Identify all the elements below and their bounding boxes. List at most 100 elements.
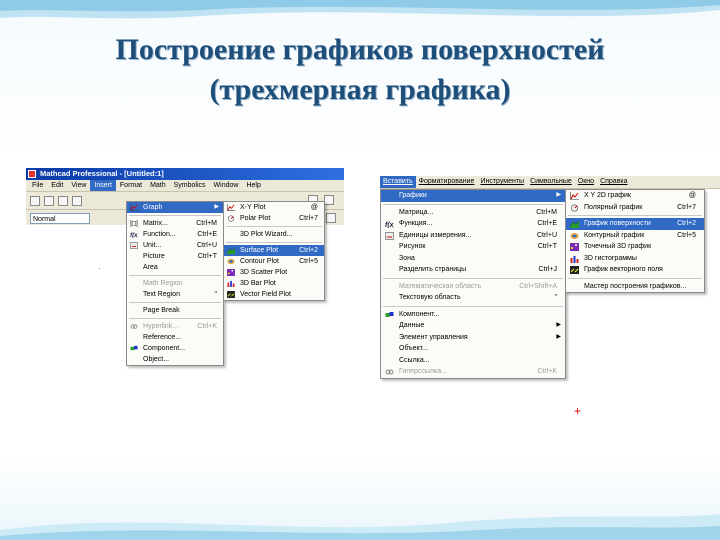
menu-edit[interactable]: Edit: [47, 180, 67, 191]
open-icon[interactable]: [44, 195, 54, 206]
insert-item-graph[interactable]: Graph ▶: [127, 202, 223, 213]
menu-item-label: Area: [143, 264, 158, 271]
menu-item-label: Разделить страницы: [399, 266, 467, 273]
graph-item-ru-точечный-3d-график[interactable]: Точечный 3D график: [566, 241, 704, 253]
insert-item-ru-рисунок[interactable]: Рисунок Ctrl+T: [381, 241, 565, 253]
menu-форматирование[interactable]: Форматирование: [416, 176, 478, 188]
insert-item-ru-текстовую-область[interactable]: Текстовую область ": [381, 292, 565, 304]
insert-item-ru-единицы-измерения[interactable]: Единицы измерения... Ctrl+U: [381, 230, 565, 242]
graph-item-ru-контурный-график[interactable]: Контурный график Ctrl+5: [566, 230, 704, 242]
save-icon[interactable]: [58, 195, 68, 206]
menu-separator: [383, 277, 563, 279]
align-right-icon[interactable]: [326, 213, 336, 223]
insert-item-ru-ссылка[interactable]: Ссылка...: [381, 355, 565, 367]
menu-math[interactable]: Math: [146, 180, 170, 191]
graph-item-3d-scatter-plot[interactable]: 3D Scatter Plot: [224, 267, 324, 278]
insert-item-ru-функция[interactable]: f(x) Функция... Ctrl+E: [381, 218, 565, 230]
menu-item-label: Мастер построения графиков...: [584, 282, 687, 290]
insert-item-object[interactable]: Object...: [127, 354, 223, 365]
menu-символьные[interactable]: Символьные: [527, 176, 575, 188]
menu-insert[interactable]: Insert: [90, 180, 116, 191]
menu-item-label: Функция...: [399, 220, 433, 227]
menu-item-shortcut: Ctrl+E: [537, 220, 557, 227]
graph-item-ru-мастер-построения-графиков[interactable]: Мастер построения графиков...: [566, 281, 704, 293]
menu-item-label: Hyperlink...: [143, 323, 179, 330]
menu-item-shortcut: Ctrl+J: [538, 266, 557, 273]
menu-symbolics[interactable]: Symbolics: [170, 180, 210, 191]
mathcad-app-icon: [28, 170, 36, 178]
menu-окно[interactable]: Окно: [575, 176, 597, 188]
surface-plot-icon: [569, 220, 580, 228]
graph-item-surface-plot[interactable]: Surface Plot Ctrl+2: [224, 245, 324, 256]
menu-view[interactable]: View: [67, 180, 90, 191]
hyperlink-icon: [385, 368, 394, 376]
menu-help[interactable]: Help: [242, 180, 264, 191]
insert-item-page-break[interactable]: Page Break: [127, 305, 223, 316]
insert-item-text-region[interactable]: Text Region ": [127, 289, 223, 300]
component-icon: [130, 345, 138, 352]
title-line-2: (трехмерная графика): [209, 73, 511, 106]
insert-item-ru-математическая-область[interactable]: Математическая область Ctrl+Shift+A: [381, 281, 565, 293]
insert-item-area[interactable]: Area: [127, 262, 223, 273]
menu-item-shortcut: Ctrl+Shift+A: [519, 282, 557, 290]
insert-item-ru-матрица[interactable]: Матрица... Ctrl+M: [381, 207, 565, 219]
graph-item-ru-полярный-график[interactable]: Полярный график Ctrl+7: [566, 202, 704, 214]
menu-item-shortcut: Ctrl+U: [536, 231, 557, 239]
insert-item-function[interactable]: f(x) Function... Ctrl+E: [127, 229, 223, 240]
insert-item-ru-разделить-страницы[interactable]: Разделить страницы Ctrl+J: [381, 264, 565, 276]
insert-item-ru-гиперссылка[interactable]: Гиперссылка... Ctrl+K: [381, 366, 565, 378]
menu-separator: [226, 226, 322, 227]
xy-plot-icon: [570, 192, 579, 200]
menu-item-label: График поверхности: [584, 220, 651, 227]
graph-item-ru-график-поверхности[interactable]: График поверхности Ctrl+2: [566, 218, 704, 230]
bottom-wave-decoration: [0, 514, 720, 540]
insert-item-ru-элемент-управления[interactable]: Элемент управления ▶: [381, 332, 565, 344]
menu-item-label: Graph: [143, 204, 163, 211]
insert-item-reference[interactable]: Reference...: [127, 332, 223, 343]
graph-item-polar-plot[interactable]: Polar Plot Ctrl+7: [224, 213, 324, 224]
print-icon[interactable]: [72, 195, 82, 206]
title-line-1: Построение графиков поверхностей: [115, 33, 605, 66]
graph-submenu-ru: X Y 2D график @ Полярный график Ctrl+7 Графи…: [565, 189, 705, 293]
menu-item-shortcut: Ctrl+5: [677, 231, 696, 239]
menu-справка[interactable]: Справка: [597, 176, 630, 188]
menu-item-label: Текстовую область: [399, 294, 461, 301]
menu-window[interactable]: Window: [210, 180, 243, 191]
insert-item-picture[interactable]: Picture Ctrl+T: [127, 251, 223, 262]
insert-item-math-region[interactable]: Math Region: [127, 278, 223, 289]
bar-plot-icon: [570, 255, 579, 263]
menu-format[interactable]: Format: [116, 180, 146, 191]
arrow-icon[interactable]: [324, 195, 334, 205]
insert-item-ru-компонент[interactable]: Компонент...: [381, 309, 565, 321]
menu-item-label: График векторного поля: [584, 266, 663, 273]
insert-item-ru-графики[interactable]: Графики ▶: [381, 190, 565, 202]
menu-item-label: Математическая область: [399, 282, 482, 290]
graph-item-ru-x-y-2d-график[interactable]: X Y 2D график @: [566, 190, 704, 202]
menu-вставить[interactable]: Вставить: [380, 176, 416, 188]
graph-item-3d-bar-plot[interactable]: 3D Bar Plot: [224, 278, 324, 289]
insert-item-ru-объект[interactable]: Объект...: [381, 343, 565, 355]
insert-item-matrix[interactable]: Matrix... Ctrl+M: [127, 218, 223, 229]
insert-item-hyperlink[interactable]: Hyperlink... Ctrl+K: [127, 321, 223, 332]
insert-item-component[interactable]: Component...: [127, 343, 223, 354]
insert-item-ru-данные[interactable]: Данные ▶: [381, 320, 565, 332]
menu-item-shortcut: Ctrl+U: [196, 242, 217, 249]
graph-item-x-y-plot[interactable]: X-Y Plot @: [224, 202, 324, 213]
polar-plot-icon: [570, 203, 579, 212]
graph-item-vector-field-plot[interactable]: Vector Field Plot: [224, 289, 324, 300]
insert-item-unit[interactable]: Unit... Ctrl+U: [127, 240, 223, 251]
new-icon[interactable]: [30, 195, 40, 206]
graph-item-ru-график-векторного-поля[interactable]: График векторного поля: [566, 264, 704, 276]
menu-file[interactable]: File: [28, 180, 47, 191]
menu-item-shortcut: @: [688, 192, 696, 199]
graph-item-contour-plot[interactable]: Contour Plot Ctrl+5: [224, 256, 324, 267]
graph-item-3d-plot-wizard[interactable]: 3D Plot Wizard...: [224, 229, 324, 240]
menu-item-label: Рисунок: [399, 243, 426, 250]
menu-инструменты[interactable]: Инструменты: [477, 176, 527, 188]
insert-item-ru-зона[interactable]: Зона: [381, 253, 565, 265]
menu-bar-ru: Вставить Форматирование Инструменты Символь…: [380, 176, 720, 189]
style-select[interactable]: Normal: [30, 213, 90, 224]
svg-text:f(x): f(x): [130, 232, 138, 238]
graph-item-ru-3d-гистограммы[interactable]: 3D гистограммы: [566, 253, 704, 265]
menu-item-label: Text Region: [143, 291, 180, 298]
